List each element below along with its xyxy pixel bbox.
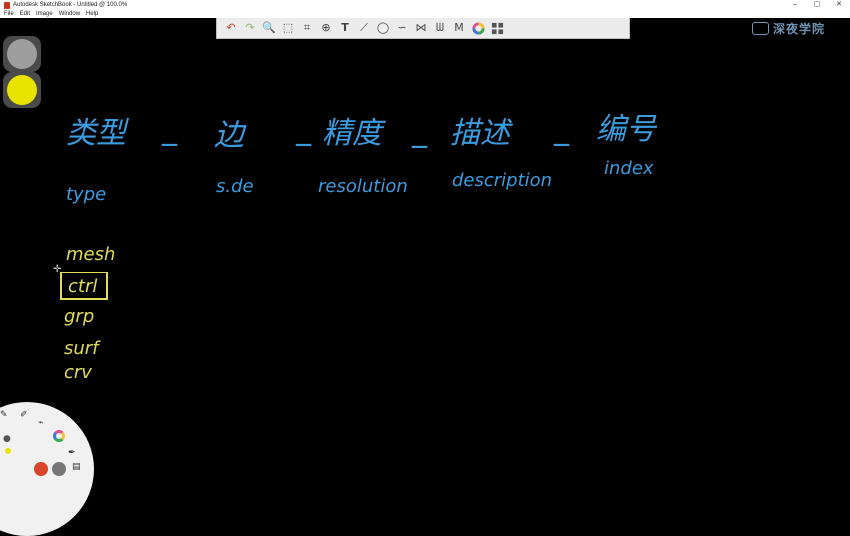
sketch-description-zh: 描述 [450, 116, 510, 151]
gray-color-chip [7, 39, 37, 69]
transform-icon[interactable]: ⊕ [318, 20, 334, 36]
watermark-logo-icon [752, 22, 769, 35]
lagoon-undo-icon[interactable] [34, 462, 48, 476]
brush-palette-icon[interactable]: ᗯ [432, 20, 448, 36]
minimize-button[interactable]: – [784, 0, 806, 10]
menu-image[interactable]: Image [36, 10, 53, 18]
sketch-side-zh: 边 [214, 118, 244, 153]
sketch-description-en: description [452, 170, 553, 191]
menu-edit[interactable]: Edit [20, 10, 30, 18]
sketch-type-zh: 类型 [66, 116, 126, 151]
lagoon-brush-icon[interactable]: ✎ [0, 410, 8, 420]
copic-library-icon[interactable]: M [451, 20, 467, 36]
primary-color-swatch[interactable] [3, 72, 41, 108]
sketch-index-en: index [604, 158, 654, 179]
sketchbook-icon [4, 1, 10, 9]
ruler-icon[interactable]: ⟋ [356, 20, 372, 36]
select-icon[interactable]: ⬚ [280, 20, 296, 36]
sketch-list-mesh: mesh [66, 244, 116, 265]
window-controls: – ▢ ✕ [784, 0, 850, 10]
lagoon-airbrush-icon[interactable]: ⌁ [38, 418, 43, 428]
ellipse-icon[interactable]: ◯ [375, 20, 391, 36]
watermark: 深夜学院 [752, 20, 825, 37]
sketch-list-grp: grp [64, 306, 95, 327]
sketch-list-surf: surf [64, 338, 99, 359]
sketch-resolution-en: resolution [318, 176, 408, 197]
sketch-underscore-2: _ [296, 112, 311, 147]
layer-editor-icon[interactable] [489, 20, 505, 36]
sketch-side-en: s.de [216, 176, 254, 197]
menu-window[interactable]: Window [59, 10, 80, 18]
zoom-icon[interactable]: 🔍 [261, 20, 277, 36]
lagoon-layers-icon[interactable]: ▤ [72, 462, 81, 472]
sketch-underscore-3: _ [412, 114, 427, 149]
lagoon-pen-icon[interactable]: ✒ [68, 448, 76, 458]
sketch-type-en: type [66, 184, 107, 205]
french-curve-icon[interactable]: ∽ [394, 20, 410, 36]
maximize-button[interactable]: ▢ [806, 0, 828, 10]
sketch-underscore-4: _ [554, 112, 569, 147]
sketch-index-zh: 编号 [596, 112, 656, 147]
main-toolbar: ↶ ↷ 🔍 ⬚ ⌗ ⊕ T ⟋ ◯ ∽ ⋈ ᗯ M [216, 18, 630, 39]
sketch-list-crv: crv [64, 362, 92, 383]
color-wheel-icon[interactable] [470, 20, 486, 36]
sketch-resolution-zh: 精度 [322, 116, 382, 151]
lagoon-color-wheel-icon[interactable] [53, 430, 65, 442]
title-bar: Autodesk SketchBook - Untitled @ 100.0% … [0, 0, 850, 10]
undo-icon[interactable]: ↶ [223, 20, 239, 36]
text-tool-icon[interactable]: T [337, 20, 353, 36]
menu-file[interactable]: File [4, 10, 14, 18]
window-title: Autodesk SketchBook - Untitled @ 100.0% [13, 2, 128, 8]
secondary-color-swatch[interactable] [3, 36, 41, 72]
close-button[interactable]: ✕ [828, 0, 850, 10]
symmetry-icon[interactable]: ⋈ [413, 20, 429, 36]
sketch-underscore-1: _ [162, 112, 177, 147]
lagoon-redo-icon[interactable] [52, 462, 66, 476]
menu-help[interactable]: Help [86, 10, 98, 18]
redo-icon[interactable]: ↷ [242, 20, 258, 36]
drawing-canvas[interactable] [0, 18, 850, 478]
lagoon-puck-icon[interactable]: ● [3, 434, 11, 444]
cursor-crosshair-icon: ✛ [53, 264, 62, 275]
menu-bar: File Edit Image Window Help [0, 10, 850, 18]
crop-icon[interactable]: ⌗ [299, 20, 315, 36]
lagoon-pencil-icon[interactable]: ✐ [20, 410, 28, 420]
lagoon-color-dot[interactable] [5, 448, 11, 454]
sketch-list-ctrl: ctrl [68, 276, 98, 297]
yellow-color-chip [7, 75, 37, 105]
watermark-text: 深夜学院 [773, 22, 826, 36]
